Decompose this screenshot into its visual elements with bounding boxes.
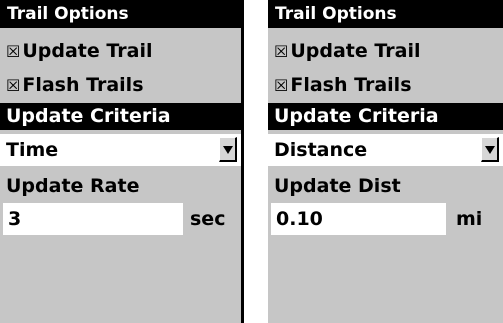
dropdown-arrow-icon xyxy=(485,146,495,154)
update-rate-label: Update Rate xyxy=(6,175,140,197)
update-criteria-dropdown[interactable]: Time xyxy=(0,134,241,166)
dropdown-selected-value: Time xyxy=(6,139,59,161)
update-trail-label: Update Trail xyxy=(290,40,421,62)
flash-trails-label: Flash Trails xyxy=(22,74,144,96)
dropdown-selected-value: Distance xyxy=(274,139,368,161)
dropdown-arrow-icon xyxy=(223,146,233,154)
update-dist-input[interactable]: 0.10 xyxy=(271,203,446,235)
checkbox-checked-icon: ☒ xyxy=(6,42,21,61)
trail-options-panel-distance: Trail Options ☒ Update Trail ☒ Flash Trail… xyxy=(268,0,503,323)
update-criteria-header: Update Criteria xyxy=(0,103,241,130)
checkbox-checked-icon: ☒ xyxy=(274,42,289,61)
update-trail-checkbox[interactable]: ☒ Update Trail xyxy=(6,38,152,64)
dropdown-arrow-button[interactable] xyxy=(481,137,499,162)
update-criteria-header: Update Criteria xyxy=(268,103,503,130)
update-dist-label: Update Dist xyxy=(274,175,401,197)
flash-trails-label: Flash Trails xyxy=(290,74,412,96)
dropdown-arrow-button[interactable] xyxy=(219,137,237,162)
flash-trails-checkbox[interactable]: ☒ Flash Trails xyxy=(6,72,144,98)
update-rate-input[interactable]: 3 xyxy=(3,203,183,235)
unit-label: mi xyxy=(456,208,483,230)
update-trail-checkbox[interactable]: ☒ Update Trail xyxy=(274,38,420,64)
trail-options-panel-time: Trail Options ☒ Update Trail ☒ Flash Trail… xyxy=(0,0,244,323)
panel-title: Trail Options xyxy=(0,0,241,28)
checkbox-checked-icon: ☒ xyxy=(6,76,21,95)
panel-title: Trail Options xyxy=(268,0,503,28)
update-trail-label: Update Trail xyxy=(22,40,153,62)
flash-trails-checkbox[interactable]: ☒ Flash Trails xyxy=(274,72,412,98)
update-criteria-dropdown[interactable]: Distance xyxy=(268,134,503,166)
unit-label: sec xyxy=(190,208,226,230)
checkbox-checked-icon: ☒ xyxy=(274,76,289,95)
